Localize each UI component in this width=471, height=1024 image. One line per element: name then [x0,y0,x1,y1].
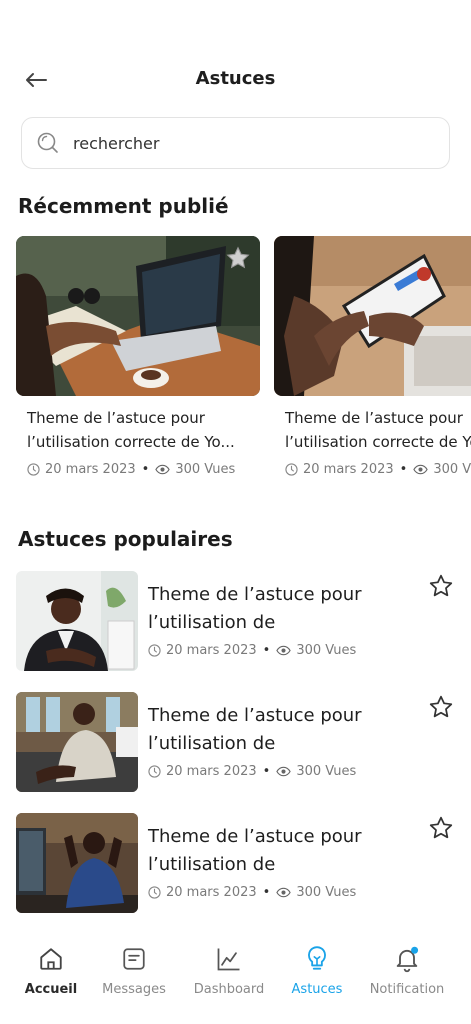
eye-icon [276,887,292,898]
nav-item-messages[interactable]: Messages [87,942,181,997]
clock-icon [285,463,298,476]
bottom-nav: Accueil Messages Dashboard Astuces Notif… [0,936,471,1024]
popular-item[interactable]: Theme de l’astuce pour l’utilisation de … [16,813,456,913]
bell-icon [360,942,454,976]
clock-icon [148,644,161,657]
lightbulb-icon [270,942,364,976]
star-outline-icon [429,574,453,597]
nav-label: Dashboard [193,982,265,997]
card-image-laptop [16,236,260,396]
eye-icon [276,766,292,777]
message-icon [87,942,181,976]
nav-item-accueil[interactable]: Accueil [4,942,98,997]
favorite-star-button[interactable] [426,571,456,601]
card-views: 300 Vues [175,462,236,477]
popular-thumbnail [16,571,138,671]
recent-card[interactable]: Theme de l’astuce pour l’utilisation cor… [274,236,471,477]
popular-views: 300 Vues [296,764,357,779]
popular-views: 300 Vues [296,643,357,658]
popular-meta: 20 mars 2023 • 300 Vues [148,885,356,900]
favorite-star-button[interactable] [222,242,254,274]
card-date: 20 mars 2023 [303,462,394,477]
card-title: Theme de l’astuce pour l’utilisation cor… [27,409,235,451]
popular-meta: 20 mars 2023 • 300 Vues [148,764,356,779]
card-meta: 20 mars 2023 • 300 Vues [285,462,471,477]
search-icon [35,130,61,156]
popular-title: Theme de l’astuce pour l’utilisation de [148,584,362,633]
eye-icon [413,464,429,475]
popular-item[interactable]: Theme de l’astuce pour l’utilisation de … [16,571,456,671]
recent-section-title: Récemment publié [18,194,229,218]
card-title: Theme de l’astuce pour l’utilisation cor… [285,409,471,451]
popular-date: 20 mars 2023 [166,764,257,779]
nav-label: Messages [102,982,166,997]
star-outline-icon [429,816,453,839]
popular-title: Theme de l’astuce pour l’utilisation de [148,826,362,875]
popular-meta: 20 mars 2023 • 300 Vues [148,643,356,658]
nav-item-notification[interactable]: Notification [360,942,454,997]
recent-carousel[interactable]: Theme de l’astuce pour l’utilisation cor… [16,236,471,496]
eye-icon [155,464,171,475]
popular-date: 20 mars 2023 [166,885,257,900]
card-views: 300 Vues [433,462,471,477]
popular-section-title: Astuces populaires [18,527,233,551]
favorite-star-button[interactable] [426,813,456,843]
popular-views: 300 Vues [296,885,357,900]
nav-label: Notification [369,982,445,997]
eye-icon [276,645,292,656]
nav-label: Astuces [291,982,343,997]
popular-thumbnail [16,692,138,792]
popular-thumbnail [16,813,138,913]
clock-icon [148,765,161,778]
chart-icon [182,942,276,976]
card-meta: 20 mars 2023 • 300 Vues [27,462,260,477]
top-bar: Astuces [0,62,471,98]
search-bar[interactable] [21,117,450,169]
nav-label: Accueil [24,982,78,997]
popular-date: 20 mars 2023 [166,643,257,658]
search-input[interactable] [73,133,413,153]
card-date: 20 mars 2023 [45,462,136,477]
popular-title: Theme de l’astuce pour l’utilisation de [148,705,362,754]
nav-item-dashboard[interactable]: Dashboard [182,942,276,997]
card-image-phone [274,236,471,396]
nav-item-astuces[interactable]: Astuces [270,942,364,997]
page-title: Astuces [195,68,276,89]
clock-icon [148,886,161,899]
clock-icon [27,463,40,476]
star-outline-icon [429,695,453,718]
home-icon [4,942,98,976]
popular-item[interactable]: Theme de l’astuce pour l’utilisation de … [16,692,456,792]
favorite-star-button[interactable] [426,692,456,722]
recent-card[interactable]: Theme de l’astuce pour l’utilisation cor… [16,236,260,477]
star-filled-icon [226,246,250,269]
